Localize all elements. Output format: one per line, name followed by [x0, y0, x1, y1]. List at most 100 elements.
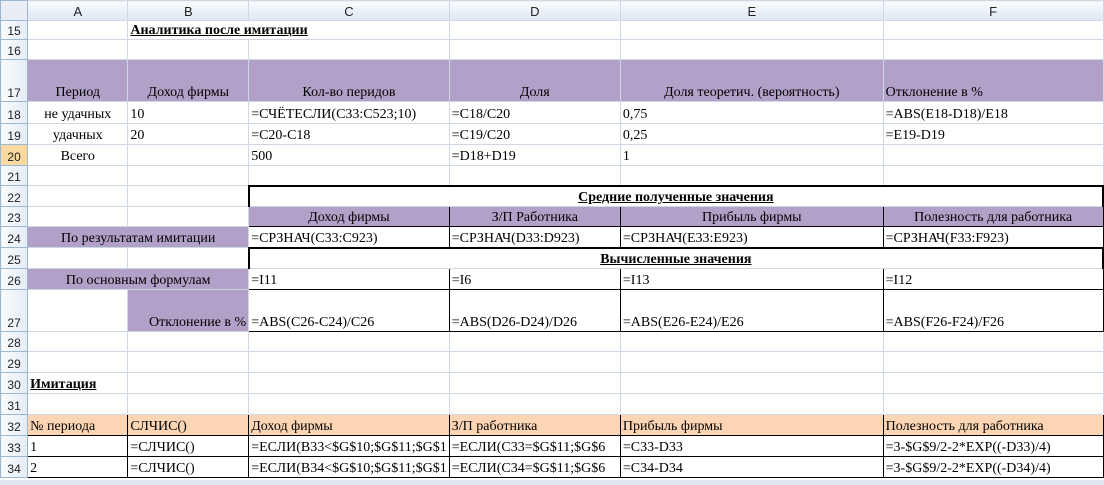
- row-header[interactable]: 18: [0, 101, 29, 124]
- cell-f23[interactable]: Полезность для работника: [882, 206, 1104, 227]
- cell-e33[interactable]: =C33-D33: [619, 435, 884, 457]
- cell-f26[interactable]: =I12: [882, 268, 1104, 290]
- cell-c27[interactable]: =ABS(C26-C24)/C26: [248, 289, 450, 332]
- cell-a33[interactable]: 1: [27, 435, 129, 457]
- cell[interactable]: [127, 206, 250, 227]
- cell-f15[interactable]: [882, 20, 1104, 40]
- column-header-f[interactable]: F: [882, 0, 1104, 21]
- cell-f34[interactable]: =3-$G$9/2-2*EXP((-D34)/4): [882, 456, 1104, 478]
- cell[interactable]: [882, 331, 1104, 352]
- row-header[interactable]: 25: [0, 247, 29, 269]
- cell[interactable]: [448, 165, 621, 186]
- cell-c19[interactable]: =C20-C18: [248, 123, 450, 145]
- cell-a24-simulation-results[interactable]: По результатам имитации: [27, 226, 250, 248]
- cell-c23[interactable]: Доход фирмы: [248, 206, 450, 227]
- cell-b18[interactable]: 10: [127, 101, 250, 124]
- cell-e24[interactable]: =СРЗНАЧ(E33:E923): [619, 226, 884, 248]
- cell-f20[interactable]: [882, 144, 1104, 166]
- cell[interactable]: [127, 393, 250, 415]
- row-header[interactable]: 24: [0, 226, 29, 248]
- cell[interactable]: [882, 39, 1104, 60]
- cell-d32[interactable]: З/П работника: [448, 414, 621, 436]
- cell[interactable]: [27, 39, 129, 60]
- cell-a15[interactable]: [27, 20, 129, 40]
- cell-f27[interactable]: =ABS(F26-F24)/F26: [882, 289, 1104, 332]
- row-header[interactable]: 21: [0, 165, 29, 186]
- cell-f19[interactable]: =E19-D19: [882, 123, 1104, 145]
- cell-c18[interactable]: =СЧЁТЕСЛИ(C33:C523;10): [248, 101, 450, 124]
- cell-d15[interactable]: [448, 20, 621, 40]
- row-header[interactable]: 16: [0, 39, 29, 60]
- cell[interactable]: [448, 331, 621, 352]
- cell-c26[interactable]: =I11: [248, 268, 450, 290]
- row-header[interactable]: 34: [0, 456, 29, 478]
- select-all-corner[interactable]: [0, 0, 29, 21]
- row-header[interactable]: 28: [0, 331, 29, 352]
- cell[interactable]: [127, 372, 250, 394]
- cell[interactable]: [882, 372, 1104, 394]
- cell-a27[interactable]: [27, 289, 129, 332]
- cell[interactable]: [27, 393, 129, 415]
- cell[interactable]: [619, 372, 884, 394]
- cell[interactable]: [127, 351, 250, 373]
- column-header-d[interactable]: D: [448, 0, 621, 21]
- cell-b17[interactable]: Доход фирмы: [127, 59, 250, 102]
- cell[interactable]: [448, 372, 621, 394]
- cell[interactable]: [127, 185, 250, 207]
- cell-d18[interactable]: =C18/C20: [448, 101, 621, 124]
- cell[interactable]: [619, 331, 884, 352]
- cell-f33[interactable]: =3-$G$9/2-2*EXP((-D33)/4): [882, 435, 1104, 457]
- cell[interactable]: [619, 351, 884, 373]
- cell[interactable]: [27, 351, 129, 373]
- cell[interactable]: [882, 351, 1104, 373]
- cell-e32[interactable]: Прибыль фирмы: [619, 414, 884, 436]
- cell-c33[interactable]: =ЕСЛИ(B33<$G$10;$G$11;$G$1: [248, 435, 450, 457]
- cell[interactable]: [448, 39, 621, 60]
- cell-a18[interactable]: не удачных: [27, 101, 129, 124]
- cell[interactable]: [882, 165, 1104, 186]
- cell-a20[interactable]: Всего: [27, 144, 129, 166]
- cell-a19[interactable]: удачных: [27, 123, 129, 145]
- cell-b32[interactable]: СЛЧИС(): [127, 414, 250, 436]
- cell-e15[interactable]: [619, 20, 884, 40]
- cell[interactable]: [248, 393, 450, 415]
- cell[interactable]: [127, 165, 250, 186]
- cell-a30-simulation-title[interactable]: Имитация: [27, 372, 129, 394]
- row-header[interactable]: 32: [0, 414, 29, 436]
- cell-e34[interactable]: =C34-D34: [619, 456, 884, 478]
- cell-c25-computed-values-title[interactable]: Вычисленные значения: [247, 246, 1104, 269]
- row-header[interactable]: 26: [0, 268, 29, 290]
- cell-f18[interactable]: =ABS(E18-D18)/E18: [882, 101, 1104, 124]
- cell-e27[interactable]: =ABS(E26-E24)/E26: [619, 289, 884, 332]
- column-header-a[interactable]: A: [27, 0, 129, 21]
- row-header-active[interactable]: 20: [0, 144, 29, 166]
- row-header[interactable]: 22: [0, 185, 29, 207]
- cell[interactable]: [882, 393, 1104, 415]
- cell-d24[interactable]: =СРЗНАЧ(D33:D923): [448, 226, 621, 248]
- cell-a32[interactable]: № периода: [27, 414, 129, 436]
- cell-c17[interactable]: Кол-во перидов: [248, 59, 450, 102]
- cell-f32[interactable]: Полезность для работника: [882, 414, 1104, 436]
- row-header[interactable]: 17: [0, 59, 29, 102]
- column-header-e[interactable]: E: [619, 0, 884, 21]
- cell-c32[interactable]: Доход фирмы: [248, 414, 450, 436]
- cell-d27[interactable]: =ABS(D26-D24)/D26: [448, 289, 621, 332]
- cell[interactable]: [619, 165, 884, 186]
- row-header[interactable]: 29: [0, 351, 29, 373]
- cell-e26[interactable]: =I13: [619, 268, 884, 290]
- cell[interactable]: [448, 351, 621, 373]
- cell-a17[interactable]: Период: [27, 59, 129, 102]
- cell[interactable]: [248, 331, 450, 352]
- cell[interactable]: [127, 247, 250, 269]
- row-header[interactable]: 33: [0, 435, 29, 457]
- row-header[interactable]: 27: [0, 289, 29, 332]
- cell-d20[interactable]: =D18+D19: [448, 144, 621, 166]
- column-header-c[interactable]: C: [248, 0, 450, 21]
- cell[interactable]: [27, 185, 129, 207]
- cell-d17[interactable]: Доля: [448, 59, 621, 102]
- cell[interactable]: [248, 351, 450, 373]
- cell-b15-analytics-title[interactable]: Аналитика после имитации: [127, 20, 450, 40]
- cell-b19[interactable]: 20: [127, 123, 250, 145]
- cell-d23[interactable]: З/П Работника: [448, 206, 621, 227]
- cell-b34[interactable]: =СЛЧИС(): [127, 456, 250, 478]
